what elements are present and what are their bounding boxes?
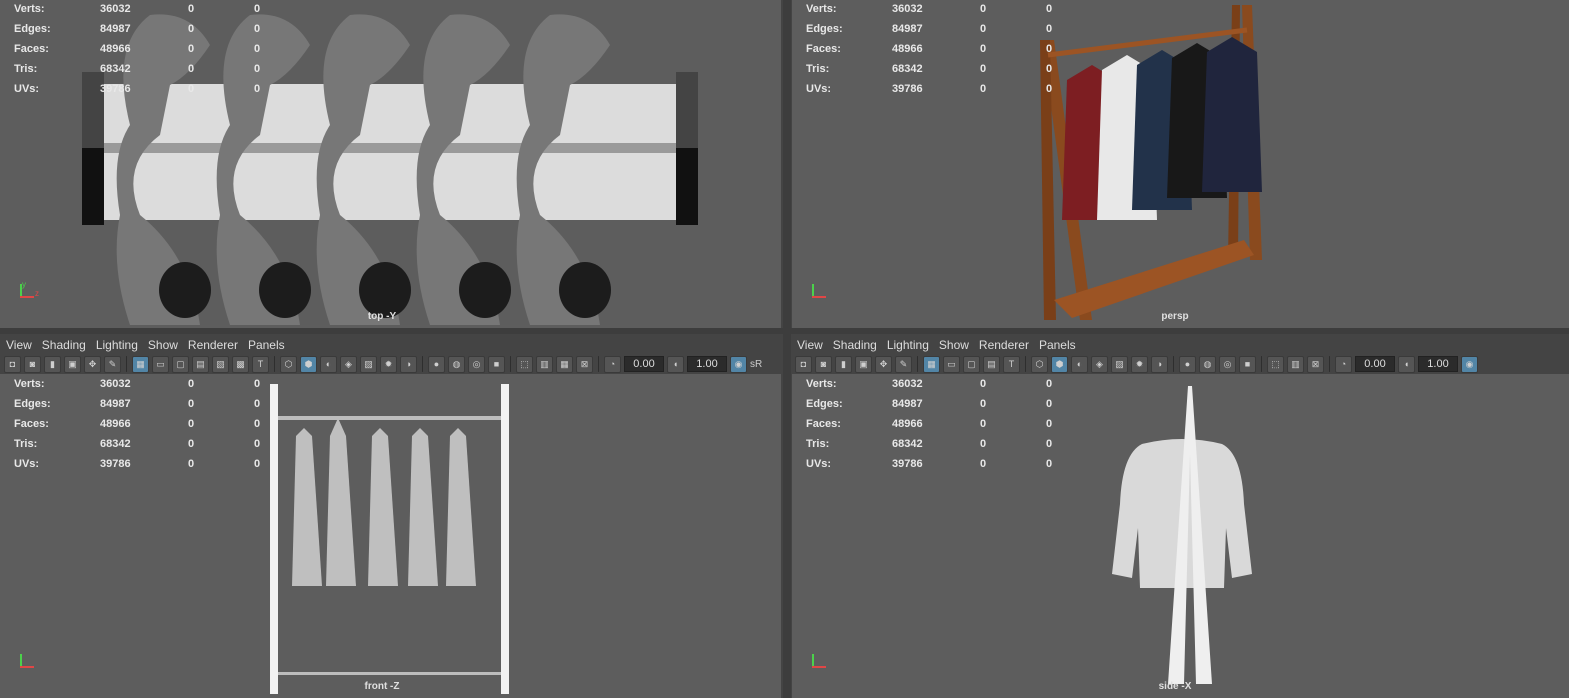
camera-attributes-icon[interactable]: ◙: [815, 355, 832, 373]
film-gate-icon[interactable]: ▭: [152, 355, 169, 373]
brush-icon[interactable]: ✎: [895, 355, 912, 373]
viewport-front[interactable]: Verts: 36032 0 0 Edges: 84987 0 0 Faces: 48966 0…: [0, 374, 781, 698]
gamma-field[interactable]: 1.00: [1418, 356, 1458, 372]
viewport-side[interactable]: Verts: 36032 0 0 Edges: 84987 0 0 Faces: 48966 0…: [792, 374, 1569, 698]
panel-toolbar: ◘ ◙ ▮ ▣ ✥ ✎ ▦ ▭ ▢ ▤ T ⬡ ⬢ ◐ ◈ ▨ ✹ ◑ ● ◍ …: [795, 354, 1478, 374]
panel-toolbar: ◘ ◙ ▮ ▣ ✥ ✎ ▦ ▭ ▢ ▤ ▧ ▩ T ⬡ ⬢ ◐ ◈ ▨ ✹ ◑ …: [4, 354, 762, 374]
film-gate-icon[interactable]: ▭: [943, 355, 960, 373]
image-plane-icon[interactable]: ▣: [64, 355, 81, 373]
xray-active-icon[interactable]: ▦: [556, 355, 573, 373]
panel-menu: View Shading Lighting Show Renderer Pane…: [795, 338, 1084, 354]
camera-label: top -Y: [367, 311, 397, 322]
color-management-icon[interactable]: ◉: [730, 355, 747, 373]
safe-title-icon[interactable]: T: [252, 355, 269, 373]
exposure-field[interactable]: 0.00: [1355, 356, 1395, 372]
bookmark-icon[interactable]: ▮: [44, 355, 61, 373]
camera-label: persp: [1161, 311, 1189, 322]
move-icon[interactable]: ✥: [84, 355, 101, 373]
anti-aliasing-icon[interactable]: ◎: [1219, 355, 1236, 373]
gamma-field[interactable]: 1.00: [687, 356, 727, 372]
axis-gizmo-icon: y z: [20, 280, 39, 298]
motion-blur-icon[interactable]: ◍: [1199, 355, 1216, 373]
viewport-persp[interactable]: Verts: 36032 0 0 Edges: 84987 0 0 Faces: 48966 0…: [792, 0, 1569, 328]
hud-stats: Verts: 36032 0 0 Edges: 84987 0 0 Faces: 48966 0…: [806, 3, 1053, 95]
menu-lighting[interactable]: Lighting: [94, 338, 146, 354]
field-chart-icon[interactable]: ▧: [212, 355, 229, 373]
menu-view[interactable]: View: [4, 338, 40, 354]
grid-icon[interactable]: ▦: [132, 355, 149, 373]
viewport-divider-vertical[interactable]: [783, 0, 791, 698]
gamma-icon[interactable]: ◖: [667, 355, 684, 373]
isolate-select-icon[interactable]: ⬚: [516, 355, 533, 373]
shadows-icon[interactable]: ◑: [1151, 355, 1168, 373]
panel-menu: View Shading Lighting Show Renderer Pane…: [4, 338, 293, 354]
axis-gizmo-icon: [812, 284, 836, 308]
resolution-gate-icon[interactable]: ▢: [963, 355, 980, 373]
wireframe-on-shaded-icon[interactable]: ◈: [1091, 355, 1108, 373]
textured-icon[interactable]: ▨: [1111, 355, 1128, 373]
textured-icon[interactable]: ▨: [360, 355, 377, 373]
shadows-icon[interactable]: ◑: [400, 355, 417, 373]
smooth-shade-icon[interactable]: ⬢: [300, 355, 317, 373]
camera-label: side -X: [1158, 681, 1192, 692]
xray-joints-icon[interactable]: ⊠: [576, 355, 593, 373]
wireframe-on-shaded-icon[interactable]: ◈: [340, 355, 357, 373]
safe-action-icon[interactable]: ▩: [232, 355, 249, 373]
default-material-icon[interactable]: ◐: [1071, 355, 1088, 373]
depth-of-field-icon[interactable]: ■: [488, 355, 505, 373]
camera-label: front -Z: [364, 681, 400, 692]
xray-joints-icon[interactable]: ⊠: [1307, 355, 1324, 373]
gate-mask-icon[interactable]: ▤: [192, 355, 209, 373]
menu-show[interactable]: Show: [937, 338, 977, 354]
wireframe-icon[interactable]: ⬡: [280, 355, 297, 373]
axis-gizmo-icon: [812, 654, 836, 678]
menu-renderer[interactable]: Renderer: [186, 338, 246, 354]
menu-panels[interactable]: Panels: [246, 338, 293, 354]
axis-gizmo-icon: [20, 654, 44, 678]
exposure-field[interactable]: 0.00: [624, 356, 664, 372]
xray-icon[interactable]: ▥: [1287, 355, 1304, 373]
color-space-label[interactable]: sR: [750, 359, 762, 370]
motion-blur-icon[interactable]: ◍: [448, 355, 465, 373]
panel-bar-left: View Shading Lighting Show Renderer Pane…: [0, 334, 783, 374]
brush-icon[interactable]: ✎: [104, 355, 121, 373]
lights-icon[interactable]: ✹: [1131, 355, 1148, 373]
hud-stats: Verts: 36032 0 0 Edges: 84987 0 0 Faces: 48966 0…: [14, 3, 261, 95]
viewport-top[interactable]: Verts: 36032 0 0 Edges: 84987 0 0 Faces: 48966 0…: [0, 0, 781, 328]
safe-title-icon[interactable]: T: [1003, 355, 1020, 373]
menu-panels[interactable]: Panels: [1037, 338, 1084, 354]
exposure-icon[interactable]: ◔: [1335, 355, 1352, 373]
isolate-select-icon[interactable]: ⬚: [1267, 355, 1284, 373]
menu-lighting[interactable]: Lighting: [885, 338, 937, 354]
bookmark-icon[interactable]: ▮: [835, 355, 852, 373]
smooth-shade-icon[interactable]: ⬢: [1051, 355, 1068, 373]
menu-view[interactable]: View: [795, 338, 831, 354]
image-plane-icon[interactable]: ▣: [855, 355, 872, 373]
grid-icon[interactable]: ▦: [923, 355, 940, 373]
gate-mask-icon[interactable]: ▤: [983, 355, 1000, 373]
default-material-icon[interactable]: ◐: [320, 355, 337, 373]
camera-attributes-icon[interactable]: ◙: [24, 355, 41, 373]
hud-stats: Verts: 36032 0 0 Edges: 84987 0 0 Faces: 48966 0…: [14, 378, 261, 470]
menu-shading[interactable]: Shading: [40, 338, 94, 354]
wireframe-icon[interactable]: ⬡: [1031, 355, 1048, 373]
color-management-icon[interactable]: ◉: [1461, 355, 1478, 373]
anti-aliasing-icon[interactable]: ◎: [468, 355, 485, 373]
xray-icon[interactable]: ▥: [536, 355, 553, 373]
hud-stats: Verts: 36032 0 0 Edges: 84987 0 0 Faces: 48966 0…: [806, 378, 1053, 470]
ambient-occlusion-icon[interactable]: ●: [428, 355, 445, 373]
panel-bar-right: View Shading Lighting Show Renderer Pane…: [791, 334, 1569, 374]
lights-icon[interactable]: ✹: [380, 355, 397, 373]
menu-renderer[interactable]: Renderer: [977, 338, 1037, 354]
resolution-gate-icon[interactable]: ▢: [172, 355, 189, 373]
camera-icon[interactable]: ◘: [4, 355, 21, 373]
depth-of-field-icon[interactable]: ■: [1239, 355, 1256, 373]
gamma-icon[interactable]: ◖: [1398, 355, 1415, 373]
exposure-icon[interactable]: ◔: [604, 355, 621, 373]
menu-show[interactable]: Show: [146, 338, 186, 354]
ambient-occlusion-icon[interactable]: ●: [1179, 355, 1196, 373]
menu-shading[interactable]: Shading: [831, 338, 885, 354]
camera-icon[interactable]: ◘: [795, 355, 812, 373]
move-icon[interactable]: ✥: [875, 355, 892, 373]
